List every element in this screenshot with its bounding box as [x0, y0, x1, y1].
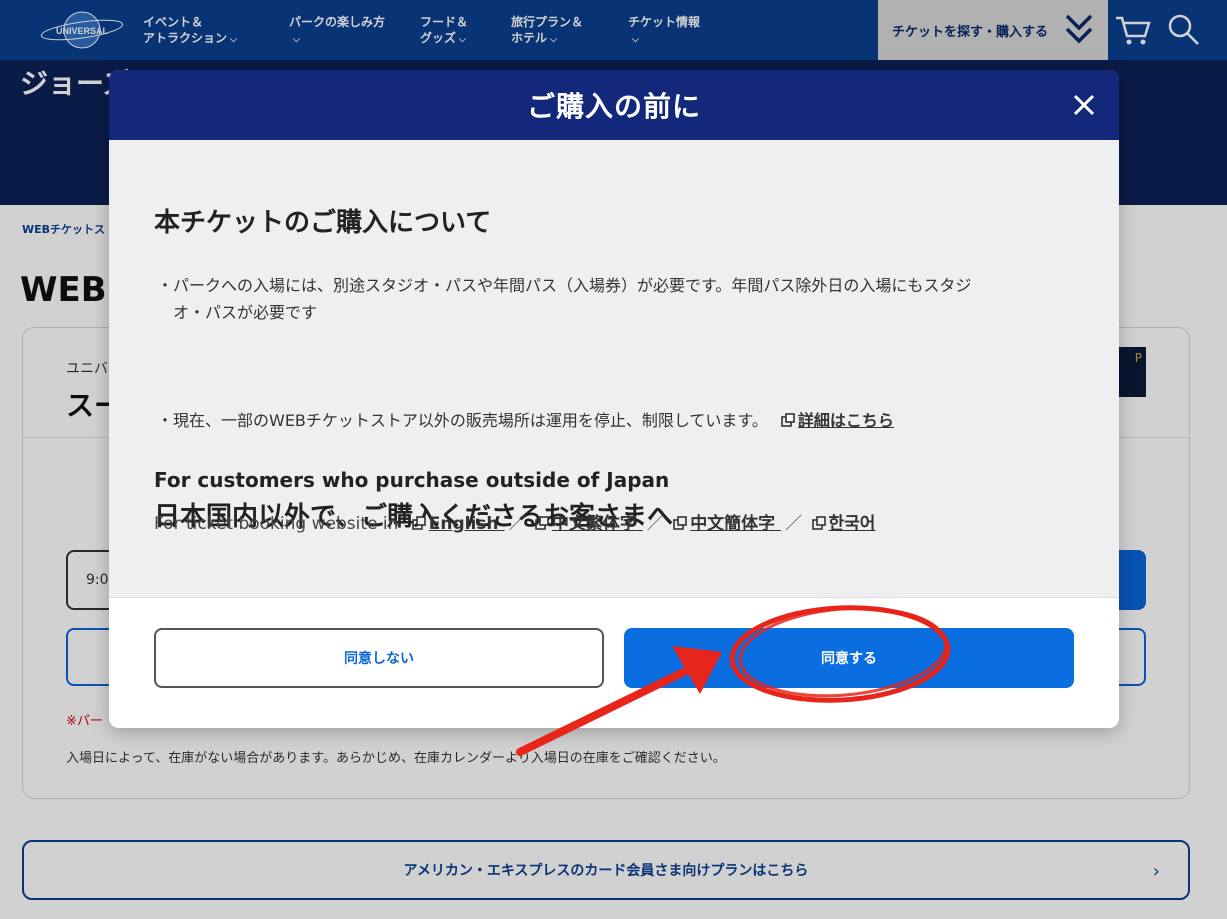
modal-footer: 同意しない 同意する — [109, 597, 1119, 728]
close-icon[interactable] — [1069, 90, 1099, 120]
language-links-row: For ticket booking website in English ／ … — [154, 514, 876, 534]
section-overseas-subtitle: For customers who purchase outside of Ja… — [154, 468, 670, 492]
modal-title: ご購入の前に — [526, 90, 701, 123]
lang-link-simplified-chinese[interactable]: 中文簡体字 — [673, 514, 781, 534]
section-ticket-purchase-title: 本チケットのご購入について — [154, 208, 492, 238]
details-link[interactable]: 詳細はこちら — [781, 411, 894, 430]
external-link-icon — [673, 516, 687, 530]
agree-button[interactable]: 同意する — [624, 628, 1074, 688]
decline-button[interactable]: 同意しない — [154, 628, 604, 688]
external-link-icon — [811, 516, 826, 530]
external-link-icon — [535, 516, 549, 530]
external-link-icon — [781, 413, 795, 427]
modal-header: ご購入の前に — [109, 70, 1119, 140]
notice-bullet-sales: ・現在、一部のWEBチケットストア以外の販売場所は運用を停止、制限しています。 … — [157, 411, 894, 430]
notice-bullet-entry-pass: ・パークへの入場には、別途スタジオ・パスや年間パス（入場券）が必要です。年間パス… — [157, 276, 972, 322]
external-link-icon — [411, 516, 426, 530]
purchase-notice-modal: ご購入の前に 本チケットのご購入について ・パークへの入場には、別途スタジオ・パ… — [109, 70, 1119, 728]
lang-link-traditional-chinese[interactable]: 中文繁体字 — [535, 514, 643, 534]
lang-link-korean[interactable]: 한국어 — [811, 514, 875, 534]
lang-link-english[interactable]: English — [411, 514, 505, 534]
